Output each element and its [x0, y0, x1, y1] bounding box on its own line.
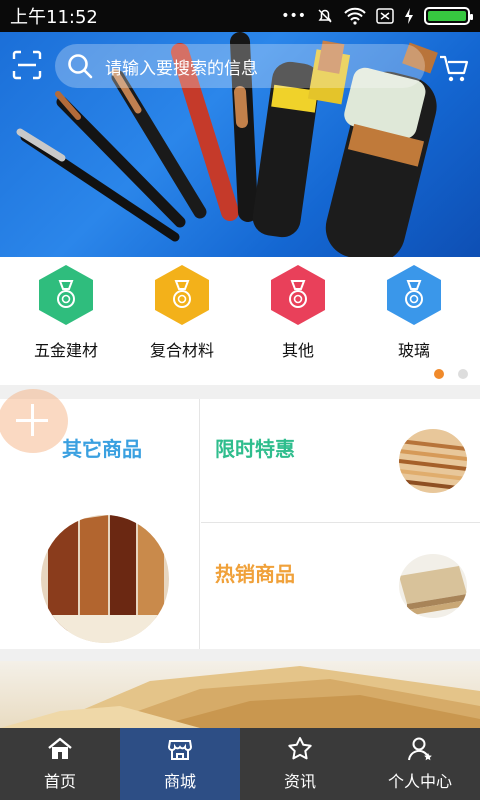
category-label: 玻璃 [397, 341, 430, 360]
category-icon-bg [155, 265, 209, 325]
tab-shop[interactable]: 商城 [120, 728, 240, 800]
category-icon-bg [39, 265, 93, 325]
search-bar[interactable]: 请输入要搜索的信息 [55, 44, 425, 88]
category-item-glass[interactable]: 玻璃 [364, 265, 464, 361]
add-float-button[interactable] [0, 389, 68, 453]
promo-title-other: 其它商品 [62, 437, 142, 461]
user-icon [408, 737, 432, 761]
status-time: 上午11:52 [10, 7, 98, 28]
category-label: 其他 [281, 341, 314, 360]
tab-label: 首页 [43, 772, 76, 791]
wood-banner[interactable] [0, 661, 480, 728]
mute-bell-icon [318, 9, 332, 23]
section-divider [0, 649, 480, 661]
star-icon [288, 737, 312, 760]
category-icon-bg [271, 265, 325, 325]
tab-news[interactable]: 资讯 [240, 728, 360, 800]
search-placeholder: 请输入要搜索的信息 [105, 58, 258, 79]
promo-hot-sale[interactable]: 热销商品 [201, 524, 480, 649]
tab-label: 商城 [163, 772, 196, 791]
promo-section: 其它商品 限时特惠 热销商品 [0, 389, 480, 649]
carousel-dot[interactable] [458, 369, 468, 379]
wifi-icon [344, 7, 366, 25]
tab-label: 资讯 [283, 772, 316, 791]
category-item-other[interactable]: 其他 [248, 265, 348, 361]
medal-icon [289, 280, 307, 308]
category-icon-bg [387, 265, 441, 325]
bottom-tabbar: 首页 商城 资讯 个人中心 [0, 728, 480, 800]
shop-icon [167, 740, 193, 760]
category-item-hardware[interactable]: 五金建材 [16, 265, 116, 361]
search-icon [68, 54, 93, 79]
promo-limited-offer[interactable]: 限时特惠 [201, 399, 480, 523]
furniture-panels-image [41, 515, 169, 643]
home-icon [48, 737, 72, 759]
promo-title-limited: 限时特惠 [215, 437, 295, 461]
promo-title-hot: 热销商品 [215, 562, 295, 586]
charging-icon [405, 8, 413, 24]
category-label: 复合材料 [149, 341, 214, 360]
system-icons: ••• [281, 7, 473, 25]
status-bar: 上午11:52 ••• [0, 0, 480, 32]
board-stack-image [399, 554, 467, 618]
tab-label: 个人中心 [387, 772, 452, 791]
wood-strips-image [399, 429, 467, 493]
sim-icon [376, 8, 394, 24]
category-item-composite[interactable]: 复合材料 [132, 265, 232, 361]
wood-planks-image [0, 666, 480, 728]
medal-icon [173, 280, 191, 308]
cart-icon[interactable] [438, 52, 470, 84]
carousel-dot-active[interactable] [434, 369, 444, 379]
more-dots-icon: ••• [281, 8, 306, 24]
medal-icon [405, 280, 423, 308]
tab-profile[interactable]: 个人中心 [360, 728, 480, 800]
carousel-indicator [434, 369, 468, 379]
category-label: 五金建材 [33, 341, 98, 360]
battery-icon [424, 7, 473, 25]
section-divider [0, 385, 480, 399]
hero-banner[interactable]: 请输入要搜索的信息 [0, 32, 480, 257]
medal-icon [57, 280, 75, 308]
category-grid: 五金建材 复合材料 其他 玻璃 [0, 257, 480, 385]
tab-home[interactable]: 首页 [0, 728, 120, 800]
scan-icon[interactable] [12, 50, 42, 80]
